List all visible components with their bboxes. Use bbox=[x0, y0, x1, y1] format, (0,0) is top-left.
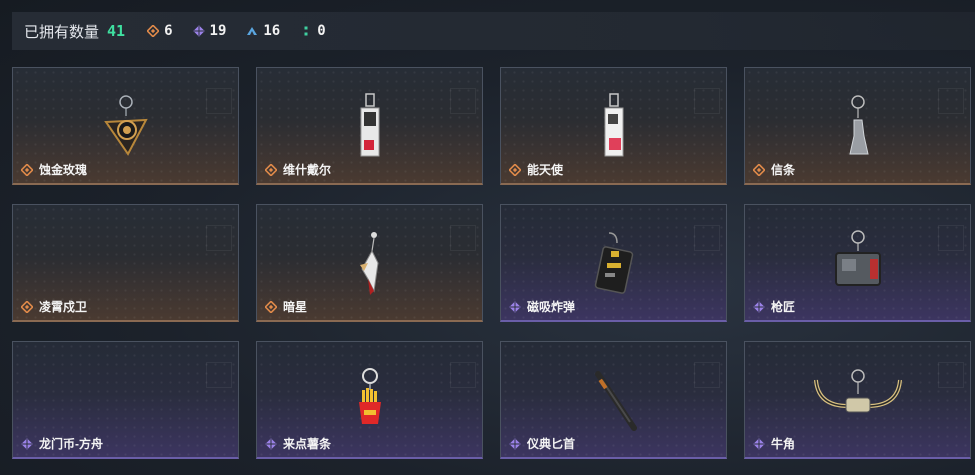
charm-card[interactable]: 蚀金玫瑰 bbox=[12, 67, 239, 185]
rarity-count-green: 0 bbox=[300, 23, 326, 39]
blade-charm-art bbox=[359, 232, 379, 295]
rarity-orange-value: 6 bbox=[164, 23, 173, 39]
charm-card[interactable]: 仪典匕首 bbox=[500, 341, 727, 459]
purple-diamond-icon bbox=[753, 300, 765, 313]
purple-diamond-icon bbox=[509, 437, 521, 450]
purple-diamond-icon bbox=[265, 437, 277, 450]
charm-name: 枪匠 bbox=[771, 300, 796, 314]
purple-diamond-icon bbox=[753, 437, 765, 450]
box-charm-art bbox=[834, 230, 881, 286]
rarity-count-purple: 19 bbox=[192, 23, 227, 39]
charm-name: 维什戴尔 bbox=[283, 163, 332, 177]
orange-diamond-icon bbox=[21, 163, 33, 176]
charm-name: 暗星 bbox=[283, 300, 308, 314]
charm-card[interactable]: 信条 bbox=[744, 67, 971, 185]
rarity-count-blue: 16 bbox=[246, 23, 280, 39]
charm-card[interactable]: 来点薯条 bbox=[256, 341, 483, 459]
purple-diamond-icon bbox=[192, 25, 205, 37]
rose-charm-art bbox=[103, 95, 148, 156]
dagger-charm-art bbox=[594, 371, 637, 431]
rarity-count-orange: 6 bbox=[147, 23, 173, 39]
charm-card[interactable]: 维什戴尔 bbox=[256, 67, 483, 185]
rarity-purple-value: 19 bbox=[209, 23, 227, 39]
purple-diamond-icon bbox=[509, 300, 521, 313]
charm-card[interactable]: 牛角 bbox=[744, 341, 971, 459]
charm-card[interactable]: 龙门币-方舟 bbox=[12, 341, 239, 459]
charm-grid: 蚀金玫瑰 维什戴尔 能天使 信条 凌霄戍卫 暗星 磁吸炸弹 枪匠 龙门币-方舟 … bbox=[12, 67, 975, 467]
orange-diamond-icon bbox=[21, 300, 33, 313]
charm-card[interactable]: 暗星 bbox=[256, 204, 483, 322]
charm-name: 仪典匕首 bbox=[527, 437, 576, 451]
green-dots-icon bbox=[304, 26, 308, 36]
orange-diamond-icon bbox=[265, 300, 277, 313]
charm-card[interactable]: 磁吸炸弹 bbox=[500, 204, 727, 322]
horn-charm-art bbox=[813, 369, 902, 413]
charm-card[interactable]: 凌霄戍卫 bbox=[12, 204, 239, 322]
bomb-charm-art bbox=[594, 232, 633, 294]
owned-count-label: 已拥有数量 bbox=[24, 23, 100, 41]
charm-name: 磁吸炸弹 bbox=[527, 300, 576, 314]
inventory-summary-bar: 已拥有数量 41 6 19 16 0 bbox=[12, 12, 975, 50]
figure-charm-art bbox=[848, 95, 869, 155]
tag-charm-pink-art bbox=[604, 93, 623, 157]
blue-triangle-icon bbox=[247, 27, 258, 35]
tag-charm-art bbox=[360, 93, 379, 157]
orange-diamond-icon bbox=[147, 25, 160, 37]
charm-name: 信条 bbox=[771, 163, 796, 177]
rarity-blue-value: 16 bbox=[263, 23, 281, 39]
charm-name: 来点薯条 bbox=[283, 437, 332, 451]
charm-name: 龙门币-方舟 bbox=[39, 437, 103, 451]
charm-name: 凌霄戍卫 bbox=[39, 300, 88, 314]
orange-diamond-icon bbox=[509, 163, 521, 176]
charm-card[interactable]: 能天使 bbox=[500, 67, 727, 185]
orange-diamond-icon bbox=[265, 163, 277, 176]
owned-count-value: 41 bbox=[107, 22, 126, 40]
rarity-green-value: 0 bbox=[317, 23, 326, 39]
charm-card[interactable]: 枪匠 bbox=[744, 204, 971, 322]
orange-diamond-icon bbox=[753, 163, 765, 176]
charm-name: 能天使 bbox=[527, 163, 564, 177]
fries-charm-art bbox=[358, 368, 381, 424]
charm-name: 蚀金玫瑰 bbox=[39, 163, 88, 177]
charm-name: 牛角 bbox=[771, 437, 796, 451]
purple-diamond-icon bbox=[21, 437, 33, 450]
